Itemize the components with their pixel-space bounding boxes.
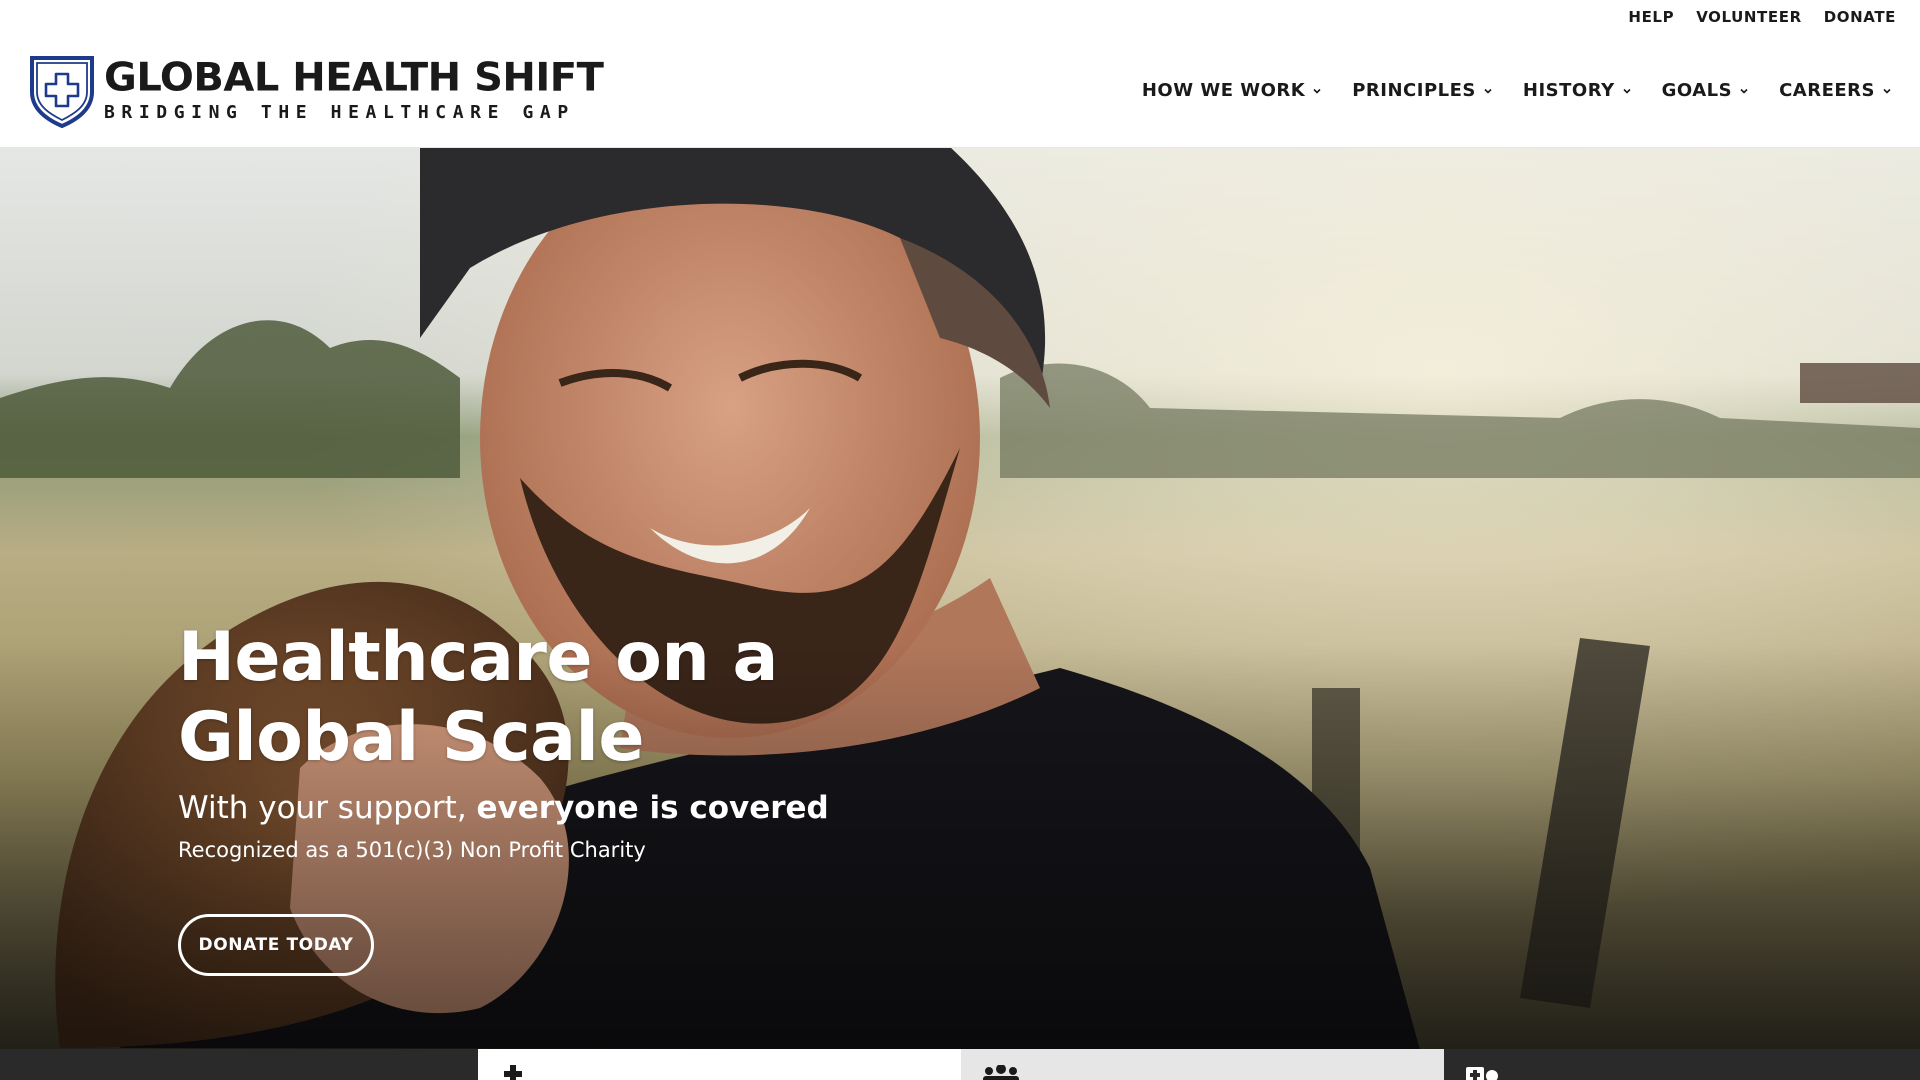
brand-tagline: BRIDGING THE HEALTHCARE GAP [104, 102, 575, 123]
logo-text: GLOBAL HEALTH SHIFT BRIDGING THE HEALTHC… [104, 55, 604, 125]
chevron-down-icon [1883, 88, 1891, 94]
nav-label: PRINCIPLES [1352, 80, 1476, 101]
people-group-icon [983, 1065, 1019, 1080]
donate-today-label: DONATE TODAY [198, 935, 354, 955]
volunteer-link[interactable]: VOLUNTEER [1696, 8, 1802, 26]
hero-title: Healthcare on a Global Scale [178, 618, 778, 778]
brand-title: GLOBAL HEALTH SHIFT [104, 55, 604, 101]
feature-tabs-strip [0, 1049, 1920, 1080]
donate-link[interactable]: DONATE [1824, 8, 1896, 26]
hero-subtitle-plain: With your support, [178, 790, 477, 826]
utility-nav: HELP VOLUNTEER DONATE [1628, 0, 1896, 34]
hero-title-line2: Global Scale [178, 698, 644, 777]
help-link[interactable]: HELP [1628, 8, 1674, 26]
medical-kit-icon [1466, 1067, 1498, 1080]
feature-tab-medical[interactable] [478, 1049, 961, 1080]
nav-label: HOW WE WORK [1141, 80, 1306, 101]
feature-tab-people[interactable] [961, 1049, 1444, 1080]
nav-label: HISTORY [1522, 80, 1615, 101]
hero-subtitle-bold: everyone is covered [476, 790, 829, 826]
hero-title-line1: Healthcare on a [178, 618, 778, 697]
chevron-down-icon [1484, 88, 1492, 94]
nav-how-we-work[interactable]: HOW WE WORK [1142, 80, 1322, 101]
nav-history[interactable]: HISTORY [1523, 80, 1632, 101]
nav-goals[interactable]: GOALS [1662, 80, 1749, 101]
hero-charity-note: Recognized as a 501(c)(3) Non Profit Cha… [178, 838, 646, 862]
nav-principles[interactable]: PRINCIPLES [1352, 80, 1493, 101]
hero-banner: Healthcare on a Global Scale With your s… [0, 148, 1920, 1050]
chevron-down-icon [1623, 88, 1631, 94]
feature-tab-kit[interactable] [1444, 1049, 1920, 1080]
hero-content: Healthcare on a Global Scale With your s… [178, 618, 829, 976]
nav-careers[interactable]: CAREERS [1779, 80, 1892, 101]
main-nav: HOW WE WORK PRINCIPLES HISTORY GOALS CAR… [1142, 80, 1892, 101]
donate-today-button[interactable]: DONATE TODAY [178, 914, 374, 976]
shield-cross-icon [30, 56, 94, 128]
site-logo[interactable]: GLOBAL HEALTH SHIFT BRIDGING THE HEALTHC… [28, 54, 604, 128]
site-header: GLOBAL HEALTH SHIFT BRIDGING THE HEALTHC… [0, 34, 1920, 148]
nav-label: GOALS [1661, 80, 1733, 101]
chevron-down-icon [1740, 88, 1748, 94]
chevron-down-icon [1313, 88, 1321, 94]
nav-label: CAREERS [1779, 80, 1875, 101]
medical-cross-icon [504, 1065, 522, 1080]
hero-subtitle: With your support, everyone is covered [178, 790, 829, 826]
